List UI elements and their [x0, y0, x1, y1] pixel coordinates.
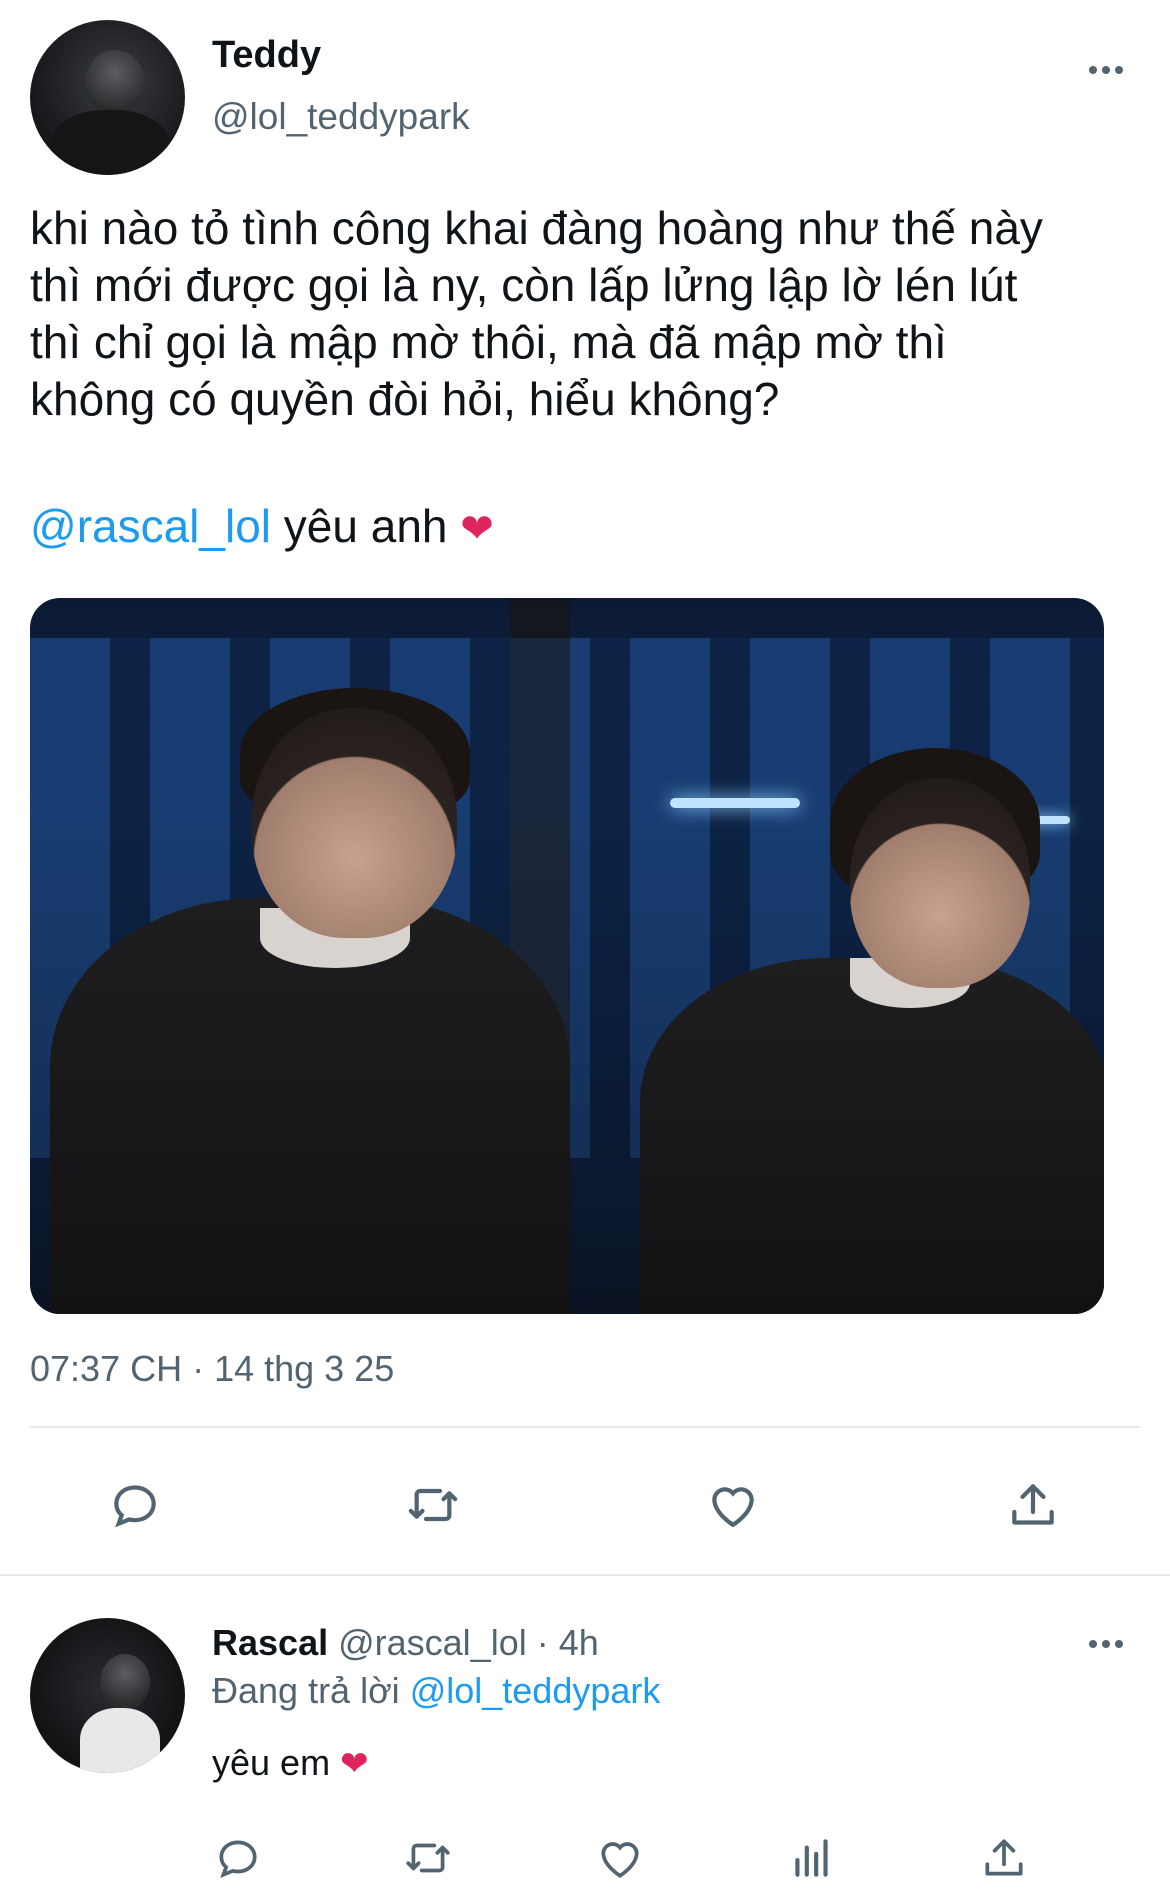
- mention-line: @rascal_lol yêu anh ❤: [30, 498, 494, 558]
- share-button[interactable]: [998, 1470, 1068, 1540]
- reply-analytics-button[interactable]: [782, 1828, 842, 1888]
- replying-to: Đang trả lời @lol_teddypark: [212, 1670, 660, 1712]
- tweet-text-line-2: thì mới được gọi là ny, còn lấp lửng lập…: [30, 259, 1018, 311]
- divider: [30, 1426, 1140, 1428]
- tweet-timestamp[interactable]: 07:37 CH · 14 thg 3 25: [30, 1348, 394, 1390]
- reply-author-name[interactable]: Rascal: [212, 1622, 328, 1663]
- more-options-icon[interactable]: [1089, 66, 1123, 74]
- share-icon: [1012, 1484, 1054, 1525]
- main-tweet: Teddy @lol_teddypark khi nào tỏ tình côn…: [0, 0, 1170, 1576]
- reply-share-button[interactable]: [974, 1828, 1034, 1888]
- reply-text-body: yêu em: [212, 1742, 341, 1783]
- replying-to-link[interactable]: @lol_teddypark: [410, 1670, 661, 1711]
- section-divider: [0, 1574, 1170, 1576]
- reply-like-button[interactable]: [590, 1828, 650, 1888]
- like-button[interactable]: [698, 1470, 768, 1540]
- reply-icon: [114, 1485, 156, 1528]
- tweet-photo[interactable]: [30, 598, 1104, 1314]
- reply-more-options-icon[interactable]: [1089, 1640, 1123, 1648]
- tweet-text-line-3: thì chỉ gọi là mập mờ thôi, mà đã mập mờ…: [30, 316, 947, 368]
- analytics-icon: [795, 1839, 828, 1877]
- mention-suffix: yêu anh: [271, 500, 448, 552]
- retweet-icon: [408, 1488, 458, 1522]
- replying-prefix: Đang trả lời: [212, 1670, 410, 1711]
- author-name[interactable]: Teddy: [212, 34, 321, 77]
- like-icon: [601, 1842, 639, 1878]
- mention-link[interactable]: @rascal_lol: [30, 500, 271, 552]
- like-icon: [712, 1487, 754, 1528]
- retweet-button[interactable]: [398, 1470, 468, 1540]
- reply-heart-emoji: ❤: [340, 1745, 369, 1783]
- author-handle[interactable]: @lol_teddypark: [212, 96, 470, 138]
- reply-retweet-button[interactable]: [398, 1828, 458, 1888]
- reply-author-handle[interactable]: @rascal_lol: [338, 1622, 527, 1663]
- tweet-text-line-1: khi nào tỏ tình công khai đàng hoàng như…: [30, 202, 1043, 254]
- author-avatar[interactable]: [30, 20, 185, 175]
- reply-author-avatar[interactable]: [30, 1618, 185, 1773]
- reply-time[interactable]: · 4h: [537, 1622, 599, 1663]
- share-icon: [985, 1839, 1023, 1876]
- reply-reply-button[interactable]: [208, 1828, 268, 1888]
- reply-icon: [219, 1840, 257, 1878]
- retweet-icon: [406, 1843, 450, 1873]
- tweet-text-line-4: không có quyền đòi hỏi, hiểu không?: [30, 373, 780, 425]
- heart-emoji: ❤: [460, 507, 494, 551]
- reply-text: yêu em ❤: [212, 1742, 369, 1784]
- reply-button[interactable]: [100, 1470, 170, 1540]
- reply-header: Rascal @rascal_lol · 4h: [212, 1622, 599, 1664]
